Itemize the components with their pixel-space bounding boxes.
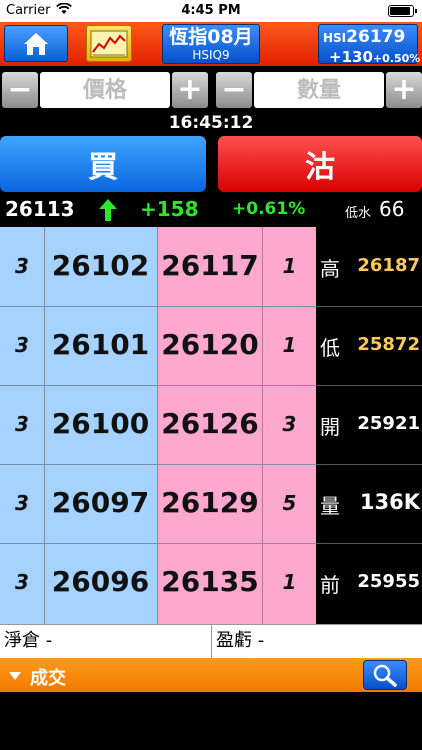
stat-value-open: 25921 [357, 413, 420, 434]
discount-label: 低水 [345, 206, 372, 221]
search-button[interactable] [363, 660, 407, 690]
buy-button[interactable]: 買 [0, 136, 206, 192]
trades-bar[interactable]: 成交 [0, 658, 422, 692]
chart-button[interactable] [86, 25, 132, 62]
index-label: HSI [323, 31, 347, 45]
stat-value-high: 26187 [357, 255, 420, 276]
ask-qty: 1 [282, 333, 297, 357]
bid-price[interactable]: 26100 [44, 407, 157, 440]
ask-price[interactable]: 26126 [157, 407, 263, 440]
contract-name: 恆指08月 [169, 26, 253, 48]
price-change: +158 [140, 197, 199, 221]
price-input[interactable] [40, 72, 170, 108]
header-bar: 恆指08月 HSIQ9 HSI26179 +130+0.50% [0, 22, 422, 66]
ask-qty: 3 [282, 412, 297, 436]
ask-price[interactable]: 26117 [157, 249, 263, 282]
contract-selector[interactable]: 恆指08月 HSIQ9 [162, 24, 260, 64]
bid-price[interactable]: 26096 [44, 565, 157, 598]
up-arrow-icon [99, 199, 117, 221]
bid-qty: 3 [15, 491, 29, 515]
stat-label-prev-close: 前 [320, 573, 340, 597]
sell-button[interactable]: 沽 [218, 136, 422, 192]
stat-label-high: 高 [320, 257, 340, 281]
index-change: +130 [329, 48, 373, 66]
trades-list-area [0, 692, 422, 750]
ask-price[interactable]: 26135 [157, 565, 263, 598]
stat-label-volume: 量 [320, 494, 340, 518]
bid-qty: 3 [15, 254, 29, 278]
contract-code: HSIQ9 [192, 48, 230, 62]
trades-label: 成交 [30, 668, 66, 689]
stat-label-open: 開 [320, 415, 340, 439]
bid-qty: 3 [15, 333, 29, 357]
quantity-increase-button[interactable]: + [386, 72, 422, 108]
position-row: 淨倉 - 盈虧 - [0, 624, 422, 659]
bid-price[interactable]: 26097 [44, 486, 157, 519]
bid-qty: 3 [15, 412, 29, 436]
index-box[interactable]: HSI26179 +130+0.50% [318, 24, 421, 66]
home-button[interactable] [4, 25, 68, 62]
ask-qty: 5 [282, 491, 297, 515]
home-icon [24, 32, 48, 55]
ask-qty: 1 [282, 254, 297, 278]
ask-qty: 1 [282, 570, 297, 594]
last-price: 26113 [5, 197, 75, 221]
price-change-pct: +0.61% [232, 199, 306, 219]
bid-qty: 3 [15, 570, 29, 594]
battery-icon [388, 5, 417, 17]
stat-label-low: 低 [320, 336, 340, 360]
ask-price[interactable]: 26120 [157, 328, 263, 361]
status-time: 4:45 PM [181, 3, 241, 18]
stat-value-prev-close: 25955 [357, 571, 420, 592]
net-position: 淨倉 - [4, 630, 53, 651]
line-chart-icon [90, 30, 128, 57]
ask-price[interactable]: 26129 [157, 486, 263, 519]
stat-value-low: 25872 [357, 334, 420, 355]
quantity-input[interactable] [254, 72, 384, 108]
quantity-decrease-button[interactable]: − [216, 72, 252, 108]
status-bar: Carrier 4:45 PM [0, 0, 422, 22]
price-decrease-button[interactable]: − [2, 72, 38, 108]
index-value: 26179 [346, 27, 406, 47]
order-book: 3 26102 26117 1 3 26101 26120 1 3 26100 … [0, 227, 422, 624]
order-entry-row: − + − + [0, 66, 422, 112]
quote-row: 26113 +158 +0.61% 低水 66 [0, 195, 422, 227]
discount-value: 66 [379, 197, 405, 221]
bid-price[interactable]: 26101 [44, 328, 157, 361]
index-change-pct: +0.50% [372, 52, 421, 65]
clock-time: 16:45:12 [168, 113, 254, 133]
profit-loss: 盈虧 - [216, 630, 265, 651]
stat-value-volume: 136K [359, 490, 420, 514]
collapse-triangle-icon [9, 672, 21, 680]
bid-price[interactable]: 26102 [44, 249, 157, 282]
price-increase-button[interactable]: + [172, 72, 208, 108]
search-icon [373, 664, 397, 687]
